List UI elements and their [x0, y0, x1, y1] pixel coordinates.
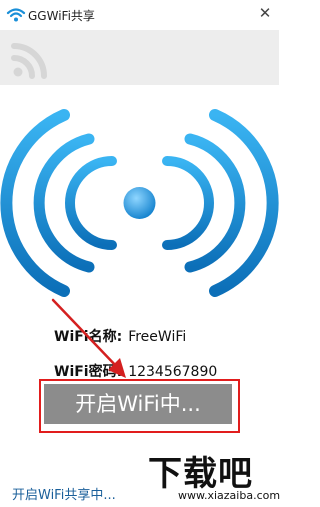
window-title: GGWiFi共享 [28, 9, 95, 23]
wifi-password-value: 1234567890 [128, 364, 218, 380]
watermark-url: www.xiazaiba.com [178, 489, 281, 502]
watermark-brand: 下载吧 [148, 454, 253, 494]
start-wifi-button[interactable]: 开启WiFi中... [44, 384, 232, 424]
close-button[interactable]: ✕ [256, 4, 274, 22]
title-bar: GGWiFi共享 ✕ [0, 0, 279, 30]
status-link[interactable]: 开启WiFi共享中... [12, 484, 116, 503]
wifi-icon [11, 43, 47, 79]
annotation-arrow [51, 298, 126, 378]
wifi-broadcast-icon [0, 109, 279, 297]
wifi-icon [6, 8, 26, 22]
